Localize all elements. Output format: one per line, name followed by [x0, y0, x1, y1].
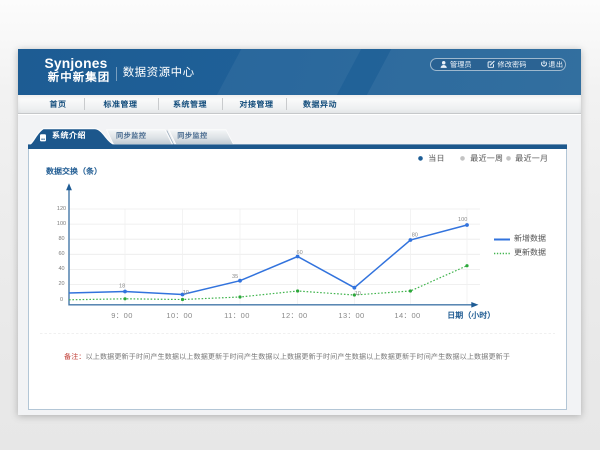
svg-text:10: 10 — [183, 290, 189, 296]
svg-text:10: 10 — [355, 291, 361, 297]
svg-text:60: 60 — [297, 250, 303, 256]
svg-text:80: 80 — [412, 233, 418, 239]
svg-text:100: 100 — [458, 217, 467, 223]
svg-text:18: 18 — [119, 284, 125, 290]
svg-text:35: 35 — [232, 274, 238, 280]
